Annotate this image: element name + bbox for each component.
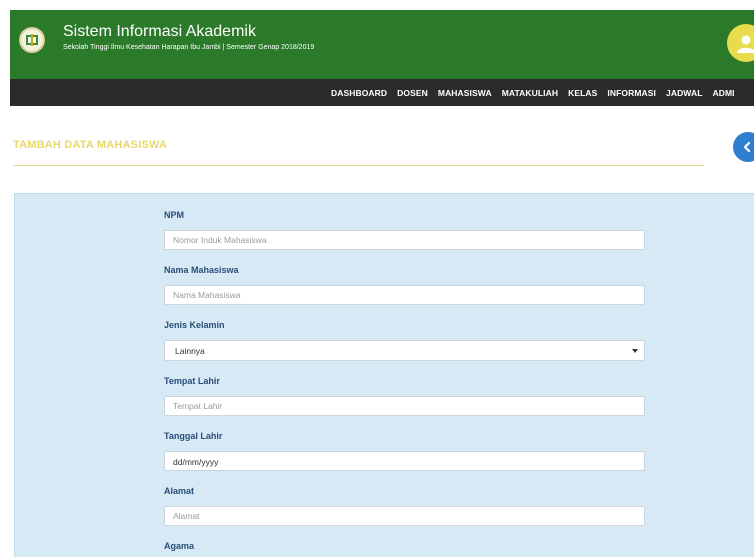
npm-label: NPM [164,210,184,220]
tempat-lahir-label: Tempat Lahir [164,376,220,386]
tanggal-lahir-label: Tanggal Lahir [164,431,223,441]
alamat-input[interactable] [164,506,645,526]
user-icon [737,35,754,53]
tanggal-lahir-value: dd/mm/yyyy [173,457,219,467]
back-button[interactable] [733,132,754,162]
nav-item-admin[interactable]: ADMI [713,88,735,98]
jenis-kelamin-select[interactable]: Lainnya [164,340,645,361]
jenis-kelamin-value: Lainnya [175,346,205,356]
nav-item-dosen[interactable]: DOSEN [397,88,428,98]
main-nav: DASHBOARD DOSEN MAHASISWA MATAKULIAH KEL… [10,79,754,106]
nama-mahasiswa-input[interactable] [164,285,645,305]
alamat-label: Alamat [164,486,195,496]
app-subtitle: Sekolah Tinggi Ilmu Kesehatan Harapan Ib… [63,44,315,51]
nama-mahasiswa-label: Nama Mahasiswa [164,265,239,275]
npm-input[interactable] [164,230,645,250]
tanggal-lahir-input[interactable]: dd/mm/yyyy [164,451,645,471]
nav-item-matakuliah[interactable]: MATAKULIAH [502,88,558,98]
form-panel: NPM Nama Mahasiswa Jenis Kelamin Lainnya… [14,193,754,557]
caret-down-icon [632,349,638,353]
page-title: TAMBAH DATA MAHASISWA [13,139,168,151]
user-avatar[interactable] [727,24,754,62]
campus-logo-icon [19,27,45,53]
chevron-left-icon [743,142,751,152]
nav-item-kelas[interactable]: KELAS [568,88,597,98]
tempat-lahir-input[interactable] [164,396,645,416]
heading-divider [13,165,704,166]
nav-menu: DASHBOARD DOSEN MAHASISWA MATAKULIAH KEL… [331,79,745,106]
nav-item-jadwal[interactable]: JADWAL [666,88,703,98]
nav-item-mahasiswa[interactable]: MAHASISWA [438,88,492,98]
app-title: Sistem Informasi Akademik [63,23,256,40]
agama-label: Agama [164,541,195,551]
nav-item-informasi[interactable]: INFORMASI [607,88,656,98]
top-header: Sistem Informasi Akademik Sekolah Tinggi… [10,10,754,79]
nav-item-dashboard[interactable]: DASHBOARD [331,88,387,98]
jenis-kelamin-label: Jenis Kelamin [164,320,225,330]
